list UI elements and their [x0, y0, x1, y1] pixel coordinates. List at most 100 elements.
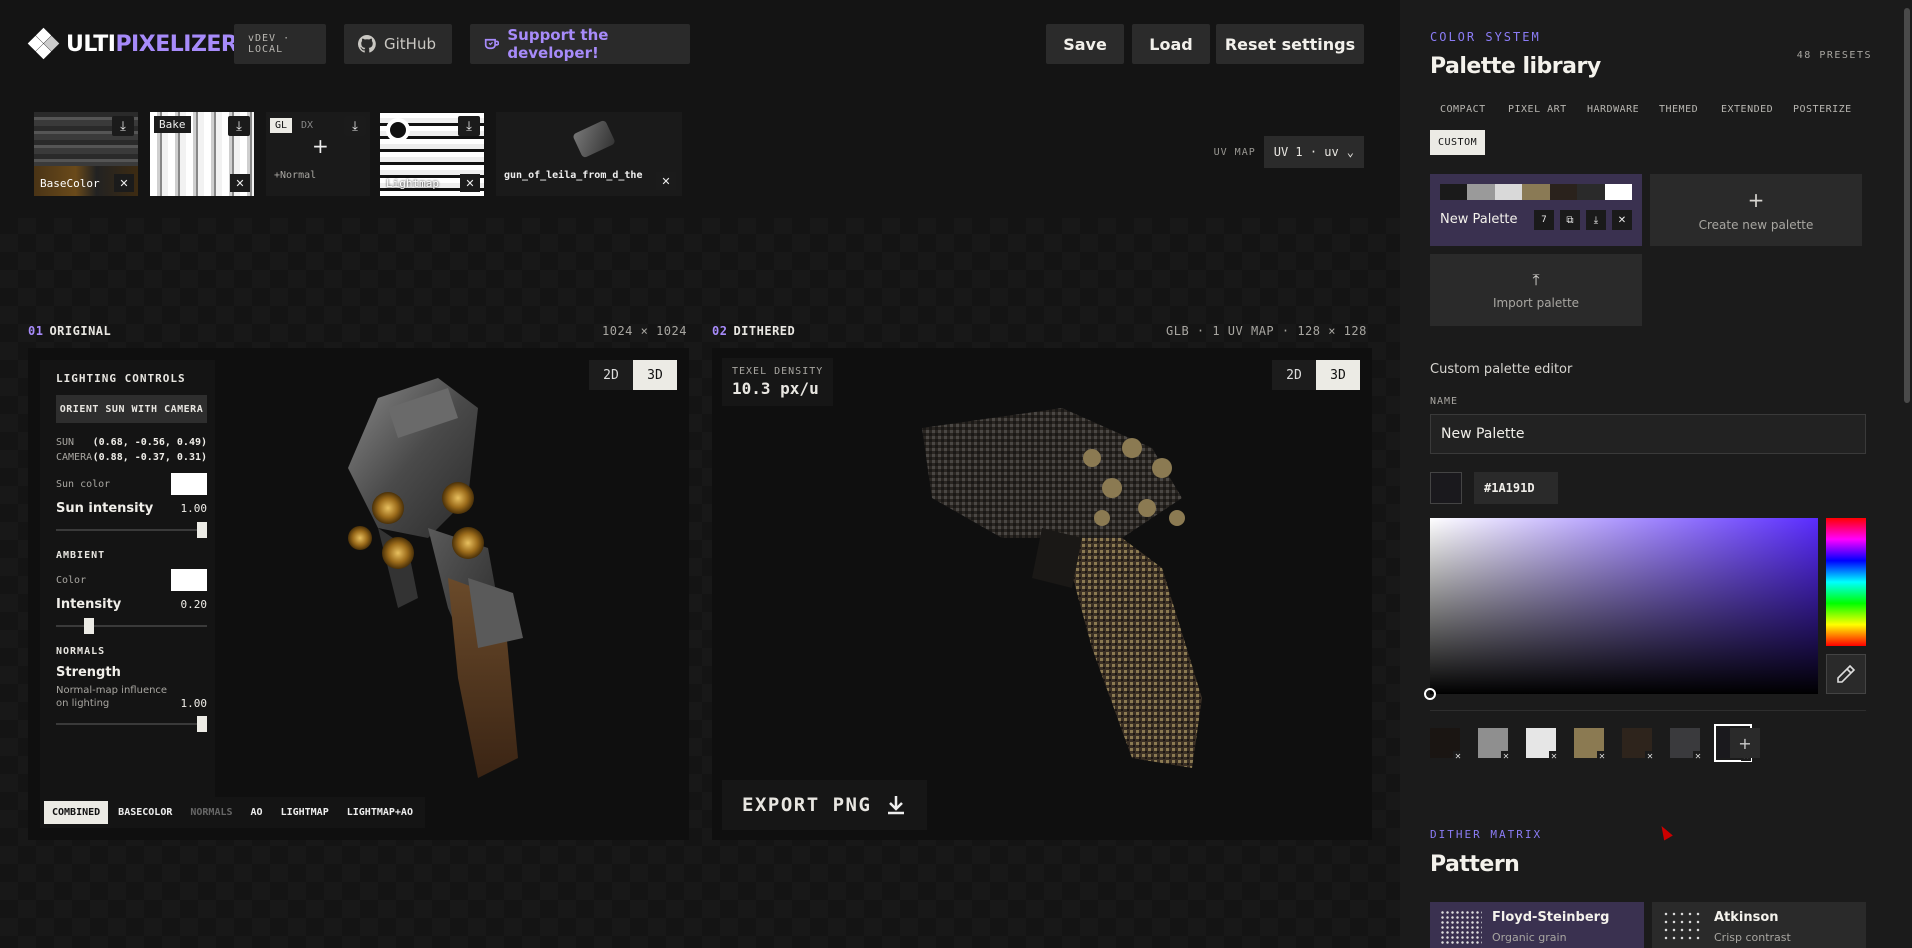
download-icon[interactable]: ⤓: [228, 116, 250, 136]
remove-swatch-icon[interactable]: ✕: [1645, 751, 1655, 761]
reset-settings-button[interactable]: Reset settings: [1216, 24, 1364, 64]
delete-icon[interactable]: ✕: [1612, 210, 1632, 230]
dithered-3d-button[interactable]: 3D: [1316, 360, 1360, 390]
ambient-color-swatch[interactable]: [171, 569, 207, 591]
sun-color-swatch[interactable]: [171, 473, 207, 495]
dithered-title: DITHERED: [733, 324, 796, 338]
remove-texture-button[interactable]: ✕: [114, 174, 134, 192]
category-compact[interactable]: COMPACT: [1440, 104, 1486, 115]
palette-name-input[interactable]: New Palette: [1430, 414, 1866, 454]
import-palette-label: Import palette: [1492, 296, 1580, 310]
normal-dx-toggle[interactable]: DX: [296, 118, 318, 133]
palette-swatch[interactable]: ✕: [1622, 728, 1655, 761]
add-normal-label: +Normal: [274, 170, 317, 181]
sun-intensity-label: Sun intensity: [56, 501, 154, 516]
uv-map-value: UV 1 · uv: [1273, 145, 1339, 159]
current-color-swatch[interactable]: [1430, 472, 1462, 504]
hue-slider[interactable]: [1826, 518, 1866, 646]
duplicate-icon[interactable]: ⧉: [1560, 210, 1580, 230]
remove-swatch-icon[interactable]: ✕: [1549, 751, 1559, 761]
slider-thumb[interactable]: [197, 522, 207, 538]
dithered-viewport[interactable]: 2D 3D TEXEL DENSITY 10.3 px/u EXPORT PNG: [712, 348, 1372, 840]
sun-vector-label: SUN: [56, 437, 75, 448]
download-icon: [888, 796, 905, 815]
orient-sun-button[interactable]: ORIENT SUN WITH CAMERA: [56, 395, 207, 423]
remove-swatch-icon[interactable]: ✕: [1453, 751, 1463, 761]
model-slot[interactable]: gun_of_leila_from_d_the ✕: [496, 112, 682, 196]
create-palette-button[interactable]: + Create new palette: [1650, 174, 1862, 246]
dither-card-floyd-steinberg[interactable]: Floyd-Steinberg Organic grain: [1430, 902, 1644, 948]
slider-thumb[interactable]: [84, 618, 95, 634]
remove-texture-button[interactable]: ✕: [460, 174, 480, 192]
load-button[interactable]: Load: [1132, 24, 1210, 64]
sidebar-scrollbar[interactable]: [1904, 8, 1910, 403]
camera-vector-label: CAMERA: [56, 452, 93, 463]
normal-gl-toggle[interactable]: GL: [270, 118, 293, 133]
tab-normals[interactable]: NORMALS: [182, 801, 240, 824]
strength-value: 1.00: [180, 697, 208, 710]
tab-ao[interactable]: AO: [243, 801, 271, 824]
hex-input[interactable]: #1A191D: [1474, 472, 1558, 504]
saturation-value-picker[interactable]: [1424, 518, 1818, 700]
original-3d-button[interactable]: 3D: [633, 360, 677, 390]
palette-card-new[interactable]: New Palette 7 ⧉ ⤓ ✕: [1430, 174, 1642, 246]
picker-handle[interactable]: [1424, 688, 1436, 700]
export-png-button[interactable]: EXPORT PNG: [722, 780, 928, 830]
original-resolution: 1024 × 1024: [602, 324, 687, 338]
palette-swatch[interactable]: ✕: [1430, 728, 1463, 761]
texture-normal-slot[interactable]: GL DX ⤓ + +Normal: [266, 112, 370, 196]
download-icon[interactable]: ⤓: [458, 116, 480, 136]
original-viewport[interactable]: 2D 3D LIGHTING CONTROLS ORIENT SUN WITH …: [28, 348, 689, 840]
sun-intensity-slider[interactable]: [56, 522, 207, 538]
texture-bake[interactable]: Bake ⤓ ✕: [150, 112, 254, 196]
uv-map-select[interactable]: UV 1 · uv ⌄: [1263, 136, 1364, 168]
dither-card-atkinson[interactable]: Atkinson Crisp contrast: [1652, 902, 1866, 948]
support-button[interactable]: Support the developer!: [470, 24, 690, 64]
strength-slider[interactable]: [56, 716, 207, 732]
category-pixel-art[interactable]: PIXEL ART: [1508, 104, 1567, 115]
download-icon[interactable]: ⤓: [1586, 210, 1606, 230]
category-extended[interactable]: EXTENDED: [1721, 104, 1773, 115]
ambient-intensity-slider[interactable]: [56, 618, 207, 634]
slider-thumb[interactable]: [197, 716, 207, 732]
remove-swatch-icon[interactable]: ✕: [1501, 751, 1511, 761]
tab-lightmap[interactable]: LIGHTMAP: [273, 801, 337, 824]
palette-strip-color: [1440, 184, 1468, 200]
dithered-view-toggle: 2D 3D: [1272, 360, 1360, 390]
app-logo[interactable]: ULTIPIXELIZER: [27, 27, 238, 60]
tab-basecolor[interactable]: BASECOLOR: [110, 801, 180, 824]
import-palette-button[interactable]: ⤒ Import palette: [1430, 254, 1642, 326]
download-icon[interactable]: ⤓: [344, 116, 366, 136]
sun-vector-value: (0.68, -0.56, 0.49): [92, 437, 207, 448]
texture-basecolor[interactable]: ⤓ BaseColor ✕: [34, 112, 138, 196]
tab-lightmap-ao[interactable]: LIGHTMAP+AO: [339, 801, 421, 824]
original-model-render[interactable]: [318, 378, 628, 798]
dithered-model-render[interactable]: [902, 388, 1242, 768]
category-hardware[interactable]: HARDWARE: [1587, 104, 1639, 115]
download-icon[interactable]: ⤓: [112, 116, 134, 136]
eyedropper-button[interactable]: [1826, 654, 1866, 694]
palette-strip-color: [1549, 184, 1578, 200]
add-swatch-button[interactable]: +: [1730, 728, 1760, 758]
logo-text-part2: PIXELIZER: [115, 31, 238, 57]
remove-model-button[interactable]: ✕: [656, 172, 676, 190]
category-themed[interactable]: THEMED: [1659, 104, 1698, 115]
palette-swatch[interactable]: ✕: [1670, 728, 1703, 761]
ambient-title: AMBIENT: [56, 550, 106, 561]
texel-density-readout: TEXEL DENSITY 10.3 px/u: [722, 358, 834, 406]
original-title: ORIGINAL: [49, 324, 112, 338]
palette-swatch[interactable]: ✕: [1478, 728, 1511, 761]
tab-combined[interactable]: COMBINED: [44, 801, 109, 824]
save-button[interactable]: Save: [1046, 24, 1124, 64]
palette-swatch[interactable]: ✕: [1574, 728, 1607, 761]
remove-swatch-icon[interactable]: ✕: [1597, 751, 1607, 761]
remove-texture-button[interactable]: ✕: [230, 174, 250, 192]
category-posterize[interactable]: POSTERIZE: [1793, 104, 1852, 115]
texture-lightmap[interactable]: ⤓ Lightmap ✕: [380, 112, 484, 196]
palette-library-title: Palette library: [1430, 54, 1601, 79]
category-custom[interactable]: CUSTOM: [1430, 130, 1486, 155]
github-button[interactable]: GitHub: [344, 24, 452, 64]
dithered-2d-button[interactable]: 2D: [1272, 360, 1316, 390]
palette-swatch[interactable]: ✕: [1526, 728, 1559, 761]
remove-swatch-icon[interactable]: ✕: [1693, 751, 1703, 761]
